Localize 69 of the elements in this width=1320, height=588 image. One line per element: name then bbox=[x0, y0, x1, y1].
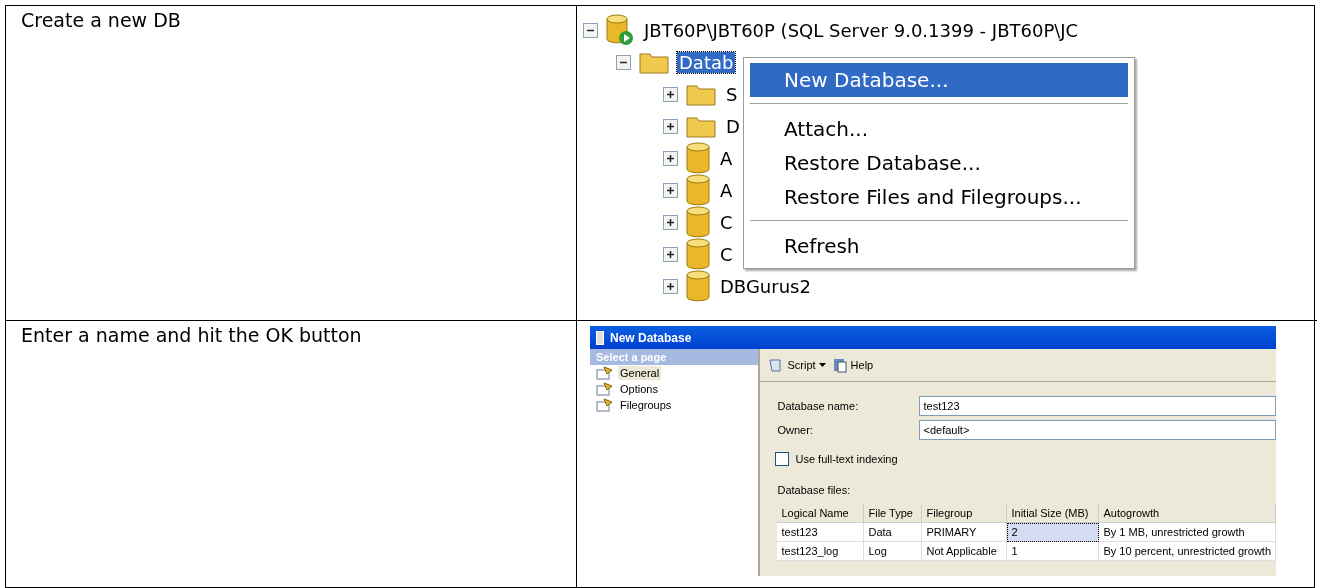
tree-node[interactable]: A bbox=[718, 179, 735, 201]
section-label: Database files: bbox=[777, 484, 852, 496]
folder-icon bbox=[639, 50, 669, 74]
database-icon bbox=[686, 238, 710, 270]
expand-toggle[interactable] bbox=[663, 182, 678, 198]
menu-item[interactable]: New Database... bbox=[750, 63, 1128, 97]
table-cell[interactable]: By 1 MB, unrestricted growth bbox=[1099, 523, 1276, 542]
database-icon bbox=[686, 270, 710, 302]
field-label: Database name: bbox=[777, 400, 860, 412]
collapse-toggle[interactable] bbox=[616, 54, 631, 70]
expand-toggle[interactable] bbox=[663, 150, 678, 166]
collapse-toggle[interactable] bbox=[583, 22, 598, 38]
table-cell[interactable]: PRIMARY bbox=[922, 523, 1008, 542]
column-header[interactable]: Logical Name bbox=[777, 504, 865, 523]
expand-toggle[interactable] bbox=[663, 246, 678, 262]
expand-toggle[interactable] bbox=[663, 278, 678, 294]
table-cell[interactable]: 1 bbox=[1007, 542, 1100, 561]
database-icon bbox=[686, 206, 710, 238]
pages-header: Select a page bbox=[590, 349, 759, 365]
column-header[interactable]: Autogrowth bbox=[1099, 504, 1276, 523]
database-icon bbox=[686, 142, 710, 174]
column-header[interactable]: Initial Size (MB) bbox=[1007, 504, 1100, 523]
expand-toggle[interactable] bbox=[663, 214, 678, 230]
folder-icon bbox=[686, 82, 716, 106]
tree-node[interactable]: C bbox=[718, 243, 735, 265]
page-item[interactable]: Filegroups bbox=[618, 398, 674, 412]
step-text: Create a new DB bbox=[21, 9, 181, 31]
checkbox[interactable] bbox=[775, 452, 790, 466]
tree-node[interactable]: C bbox=[718, 211, 735, 233]
column-header[interactable]: File Type bbox=[864, 504, 923, 523]
field-label: Owner: bbox=[777, 424, 814, 436]
script-button[interactable]: Script bbox=[768, 357, 826, 373]
page-item[interactable]: General bbox=[618, 366, 662, 380]
tree-node[interactable]: A bbox=[718, 147, 735, 169]
text-field[interactable]: <default> bbox=[919, 420, 1276, 440]
tree-node[interactable]: S bbox=[724, 83, 740, 105]
page-icon bbox=[596, 382, 614, 396]
help-icon bbox=[831, 357, 848, 373]
server-icon bbox=[606, 14, 634, 46]
menu-item[interactable]: Restore Database... bbox=[750, 146, 1128, 180]
window-title: New Database bbox=[610, 330, 692, 345]
table-cell[interactable]: Not Applicable bbox=[922, 542, 1008, 561]
step-text: Enter a name and hit the OK button bbox=[21, 324, 362, 346]
tree-node[interactable]: DBGurus2 bbox=[718, 275, 813, 297]
server-node[interactable]: JBT60P\JBT60P (SQL Server 9.0.1399 - JBT60P\JC bbox=[642, 19, 1081, 41]
table-cell[interactable]: Data bbox=[864, 523, 923, 542]
table-cell[interactable]: Log bbox=[864, 542, 923, 561]
folder-icon bbox=[686, 114, 716, 138]
expand-toggle[interactable] bbox=[663, 86, 678, 102]
checkbox-label: Use full-text indexing bbox=[795, 453, 898, 465]
table-cell[interactable]: 2 bbox=[1007, 523, 1100, 542]
menu-item[interactable]: Refresh bbox=[750, 229, 1128, 263]
page-icon bbox=[596, 398, 614, 412]
expand-toggle[interactable] bbox=[663, 118, 678, 134]
table-cell[interactable]: test123 bbox=[777, 523, 865, 542]
table-cell[interactable]: By 10 percent, unrestricted growth bbox=[1099, 542, 1276, 561]
caret-icon bbox=[818, 363, 826, 367]
menu-item[interactable]: Attach... bbox=[750, 112, 1128, 146]
column-header[interactable]: Filegroup bbox=[922, 504, 1008, 523]
menu-item[interactable]: Restore Files and Filegroups... bbox=[750, 180, 1128, 214]
tree-node[interactable]: Datab bbox=[677, 51, 736, 73]
page-item[interactable]: Options bbox=[618, 382, 660, 396]
database-icon bbox=[686, 174, 710, 206]
help-button[interactable]: Help bbox=[831, 357, 874, 373]
text-field[interactable]: test123 bbox=[919, 396, 1276, 416]
page-icon bbox=[596, 366, 614, 380]
window-icon bbox=[596, 330, 604, 345]
table-cell[interactable]: test123_log bbox=[777, 542, 865, 561]
tree-node[interactable]: D bbox=[724, 115, 742, 137]
